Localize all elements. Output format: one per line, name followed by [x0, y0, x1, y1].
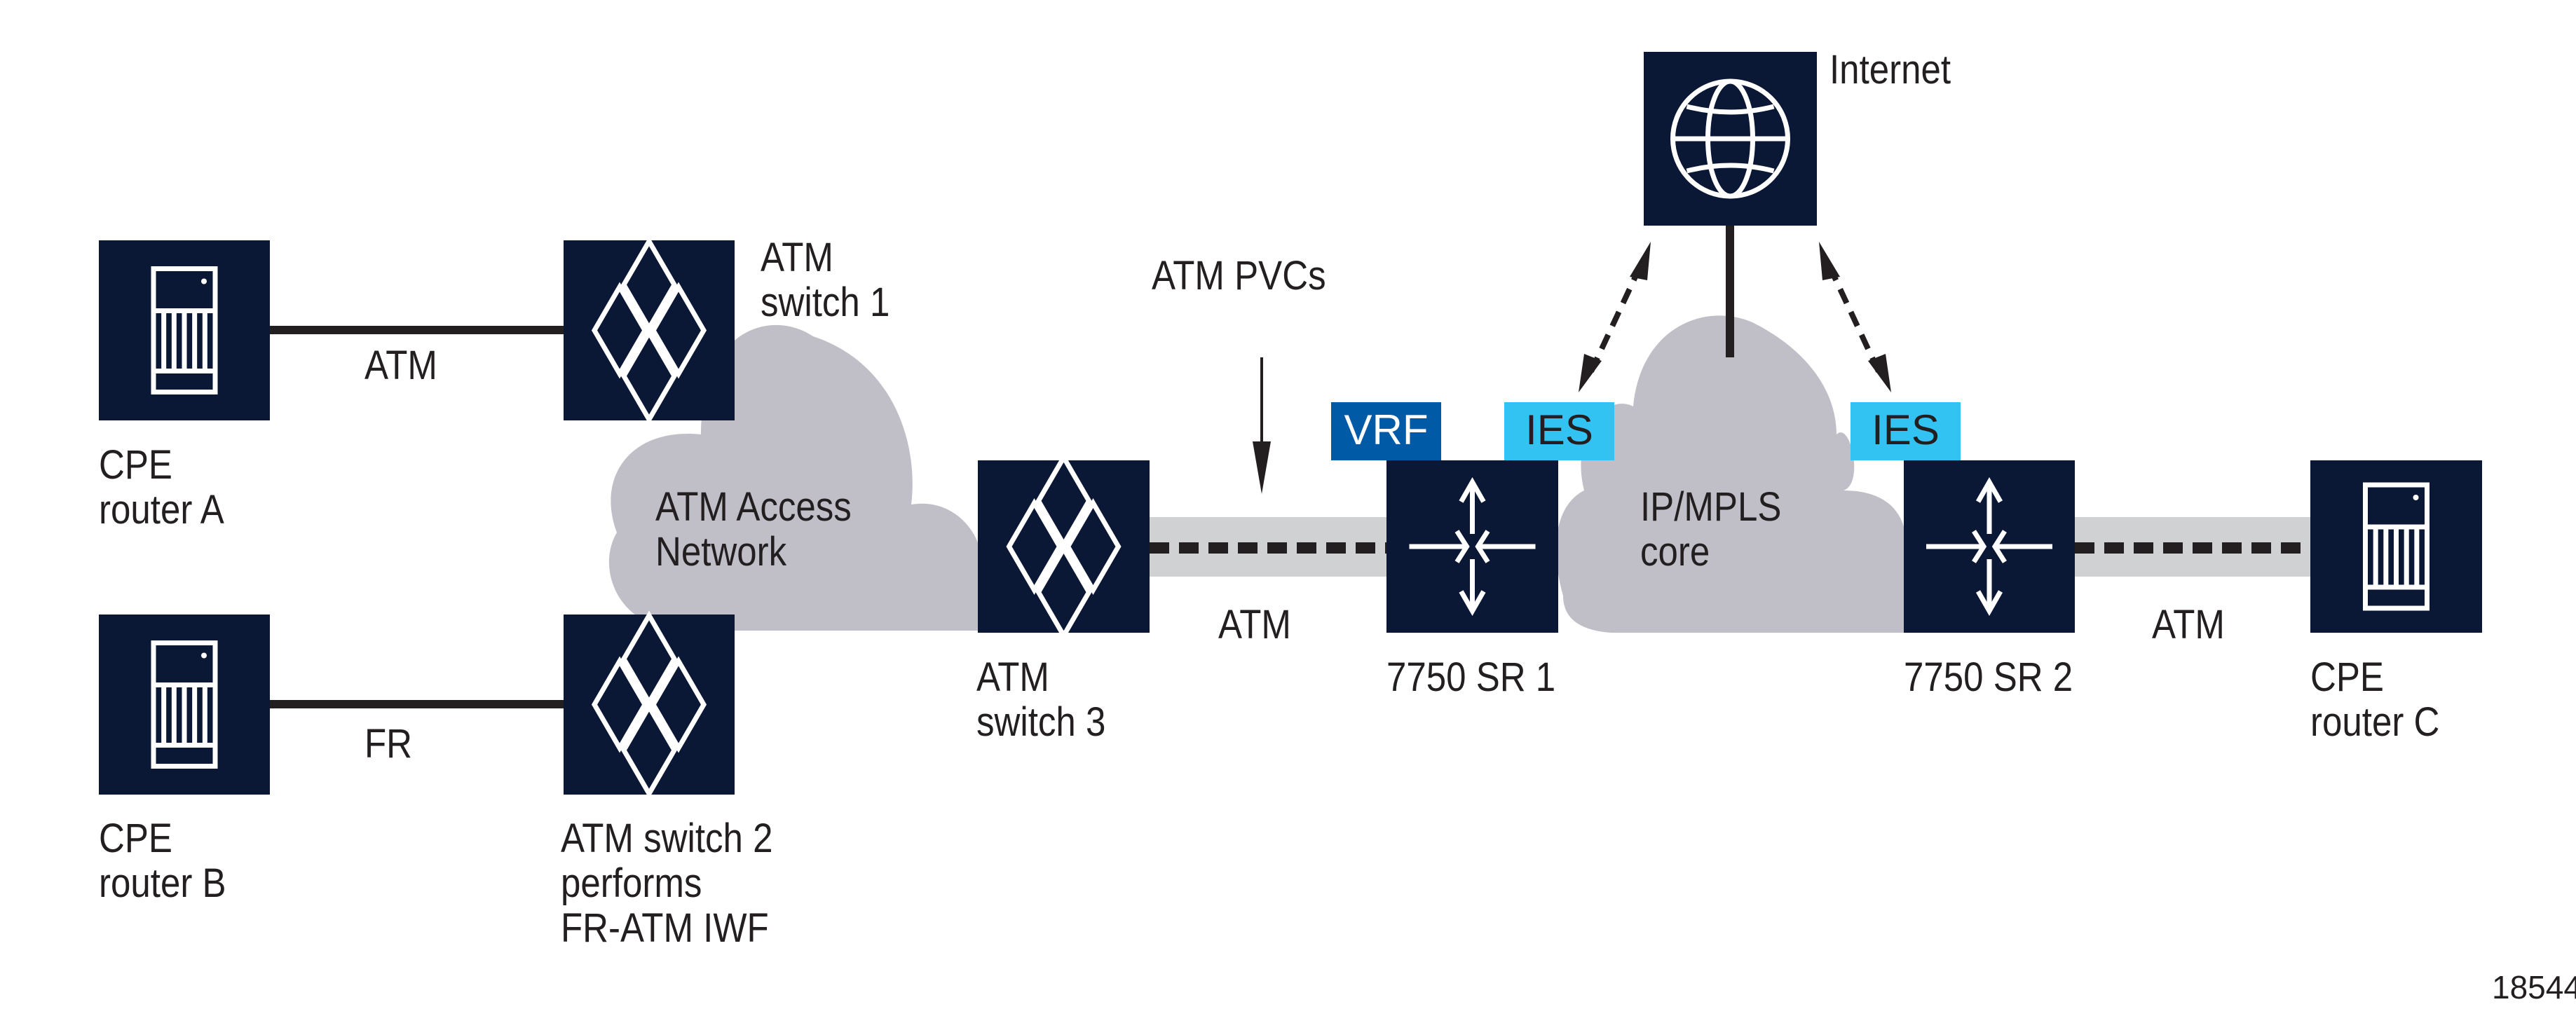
- ip-mpls-cloud-label: IP/MPLS core: [1640, 485, 1781, 575]
- cpe-a-label-line1: CPE: [99, 442, 172, 488]
- atm-switch-2-label: ATM switch 2 performs FR-ATM IWF: [561, 816, 773, 951]
- atm-sw3-node: [978, 452, 1150, 641]
- atm-switch-2-label-line2: performs: [561, 860, 702, 906]
- link-label-sw3-sr1: ATM: [1218, 602, 1291, 647]
- sr1-label-text: 7750 SR 1: [1386, 654, 1556, 700]
- cpe-c-node: [2310, 460, 2482, 633]
- atm-access-label-line2: Network: [655, 529, 787, 575]
- link-label-cpe-a-sw1: ATM: [364, 343, 437, 388]
- cpe-c-label: CPE router C: [2310, 655, 2439, 745]
- sr2-label: 7750 SR 2: [1904, 655, 2073, 700]
- atm-switch-1-label: ATM switch 1: [761, 235, 890, 325]
- ip-mpls-label-line2: core: [1640, 529, 1710, 575]
- vrf-tag-label: VRF: [1344, 406, 1429, 453]
- ies-tag-label: IES: [1872, 406, 1940, 453]
- cpe-b-label: CPE router B: [99, 816, 226, 906]
- pvc-annotation: ATM PVCs: [1152, 253, 1326, 298]
- atm-switch-1-label-line2: switch 1: [761, 280, 890, 325]
- internet-label-text: Internet: [1829, 47, 1951, 92]
- network-diagram: [99, 52, 2482, 799]
- atm-sw1-node: [564, 236, 735, 425]
- link-label-sr2-cpe-c: ATM: [2152, 602, 2225, 647]
- sr2-node: [1904, 460, 2075, 633]
- sr1-node: [1386, 460, 1558, 633]
- atm-switch-2-label-line1: ATM switch 2: [561, 816, 773, 861]
- atm-switch-1-label-line1: ATM: [761, 235, 833, 280]
- sr2-label-text: 7750 SR 2: [1904, 654, 2073, 700]
- atm-access-label-line1: ATM Access: [655, 484, 852, 530]
- ip-mpls-label-line1: IP/MPLS: [1640, 484, 1782, 530]
- ies-tag-label: IES: [1525, 406, 1593, 453]
- internet-sr2-dashed-arrow: [1819, 242, 1891, 392]
- cpe-a-node: [99, 240, 270, 420]
- atm-sw2-node: [564, 610, 735, 799]
- internet-sr1-dashed-arrow: [1579, 242, 1651, 392]
- atm-access-cloud-label: ATM Access Network: [655, 485, 852, 575]
- cpe-b-node: [99, 615, 270, 795]
- internet-node: [1644, 52, 1817, 226]
- sr1-label: 7750 SR 1: [1386, 655, 1555, 700]
- atm-switch-2-label-line3: FR-ATM IWF: [561, 905, 769, 951]
- cpe-b-label-line2: router B: [99, 860, 226, 906]
- link-label-cpe-b-sw2: FR: [364, 721, 413, 767]
- internet-label: Internet: [1829, 48, 1951, 92]
- atm-switch-3-label: ATM switch 3: [976, 655, 1105, 745]
- cpe-c-label-line1: CPE: [2310, 654, 2384, 700]
- ies-tag-sr1: IES: [1504, 402, 1614, 460]
- cpe-a-label: CPE router A: [99, 443, 224, 533]
- pvc-pointer-arrow: [1253, 357, 1271, 494]
- vrf-tag: VRF: [1331, 402, 1441, 460]
- cpe-a-label-line2: router A: [99, 487, 224, 533]
- atm-switch-3-label-line2: switch 3: [976, 699, 1106, 745]
- cpe-b-label-line1: CPE: [99, 816, 172, 861]
- figure-id: 18544: [2492, 969, 2576, 1005]
- atm-switch-3-label-line1: ATM: [976, 654, 1049, 700]
- ies-tag-sr2: IES: [1851, 402, 1961, 460]
- cpe-c-label-line2: router C: [2310, 699, 2440, 745]
- ip-mpls-cloud: [1556, 315, 1907, 633]
